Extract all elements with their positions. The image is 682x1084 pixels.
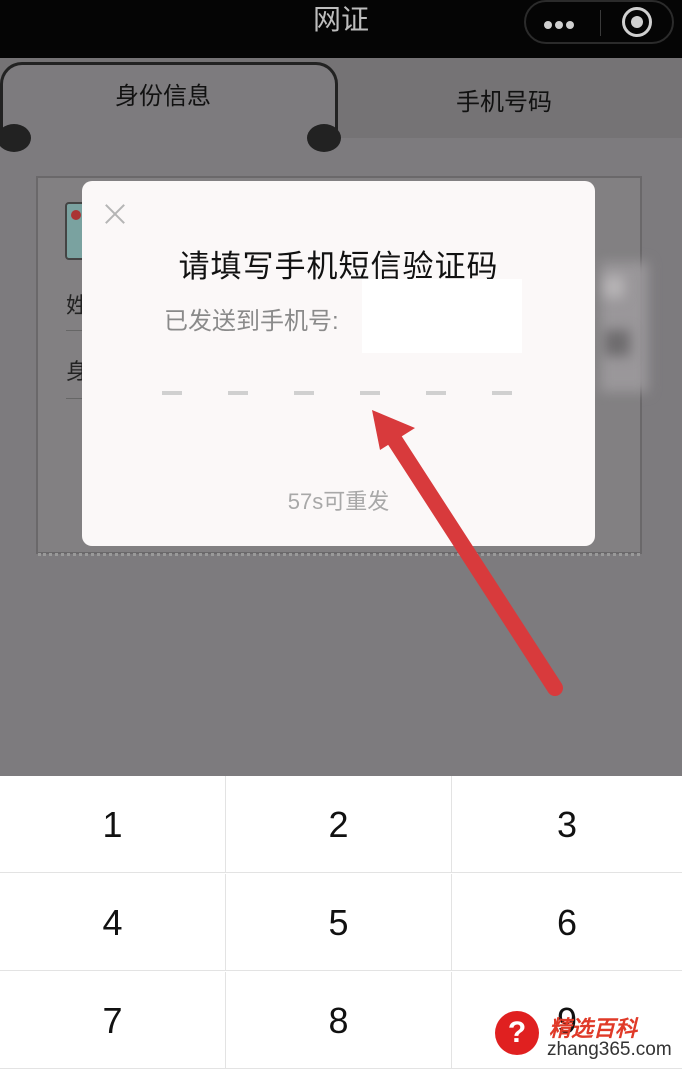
- blurred-content: [604, 276, 624, 298]
- tab-notch-right: [307, 124, 341, 152]
- code-input[interactable]: [162, 391, 522, 397]
- card-zigzag-edge: [38, 552, 640, 556]
- question-mark-icon: ?: [495, 1011, 539, 1055]
- watermark-site: zhang365.com: [547, 1039, 672, 1060]
- sent-to-label: 已发送到手机号:: [164, 308, 339, 335]
- mini-program-capsule: [524, 0, 674, 44]
- masked-phone-number: [362, 279, 522, 353]
- target-circle-icon[interactable]: [622, 7, 652, 37]
- watermark: ? 精选百科 zhang365.com: [493, 1001, 682, 1071]
- tab-identity-label[interactable]: 身份信息: [115, 76, 211, 111]
- code-slot: [492, 391, 512, 395]
- code-slot: [426, 391, 446, 395]
- tab-phone-label[interactable]: 手机号码: [456, 82, 552, 117]
- code-slot: [294, 391, 314, 395]
- key-1[interactable]: 1: [0, 776, 226, 873]
- more-dots-icon[interactable]: [544, 16, 584, 30]
- title-bar: 网证: [0, 0, 682, 58]
- key-6[interactable]: 6: [452, 874, 682, 971]
- blurred-content: [604, 330, 630, 356]
- resend-countdown: 57s可重发: [287, 489, 390, 514]
- key-3[interactable]: 3: [452, 776, 682, 873]
- sms-code-dialog: 请填写手机短信验证码 已发送到手机号: 57s可重发: [82, 181, 595, 546]
- key-7[interactable]: 7: [0, 972, 226, 1069]
- code-slot: [360, 391, 380, 395]
- capsule-divider: [600, 10, 601, 36]
- code-slot: [162, 391, 182, 395]
- close-icon[interactable]: [102, 201, 128, 227]
- tab-bar: 身份信息 手机号码: [0, 58, 682, 152]
- screen: 网证 身份信息 手机号码 姓 身 请填写手机短信验证码 已发送到手机号: 57s…: [0, 0, 682, 1084]
- key-8[interactable]: 8: [226, 972, 452, 1069]
- key-4[interactable]: 4: [0, 874, 226, 971]
- key-2[interactable]: 2: [226, 776, 452, 873]
- code-slot: [228, 391, 248, 395]
- tab-notch-left: [0, 124, 31, 152]
- key-5[interactable]: 5: [226, 874, 452, 971]
